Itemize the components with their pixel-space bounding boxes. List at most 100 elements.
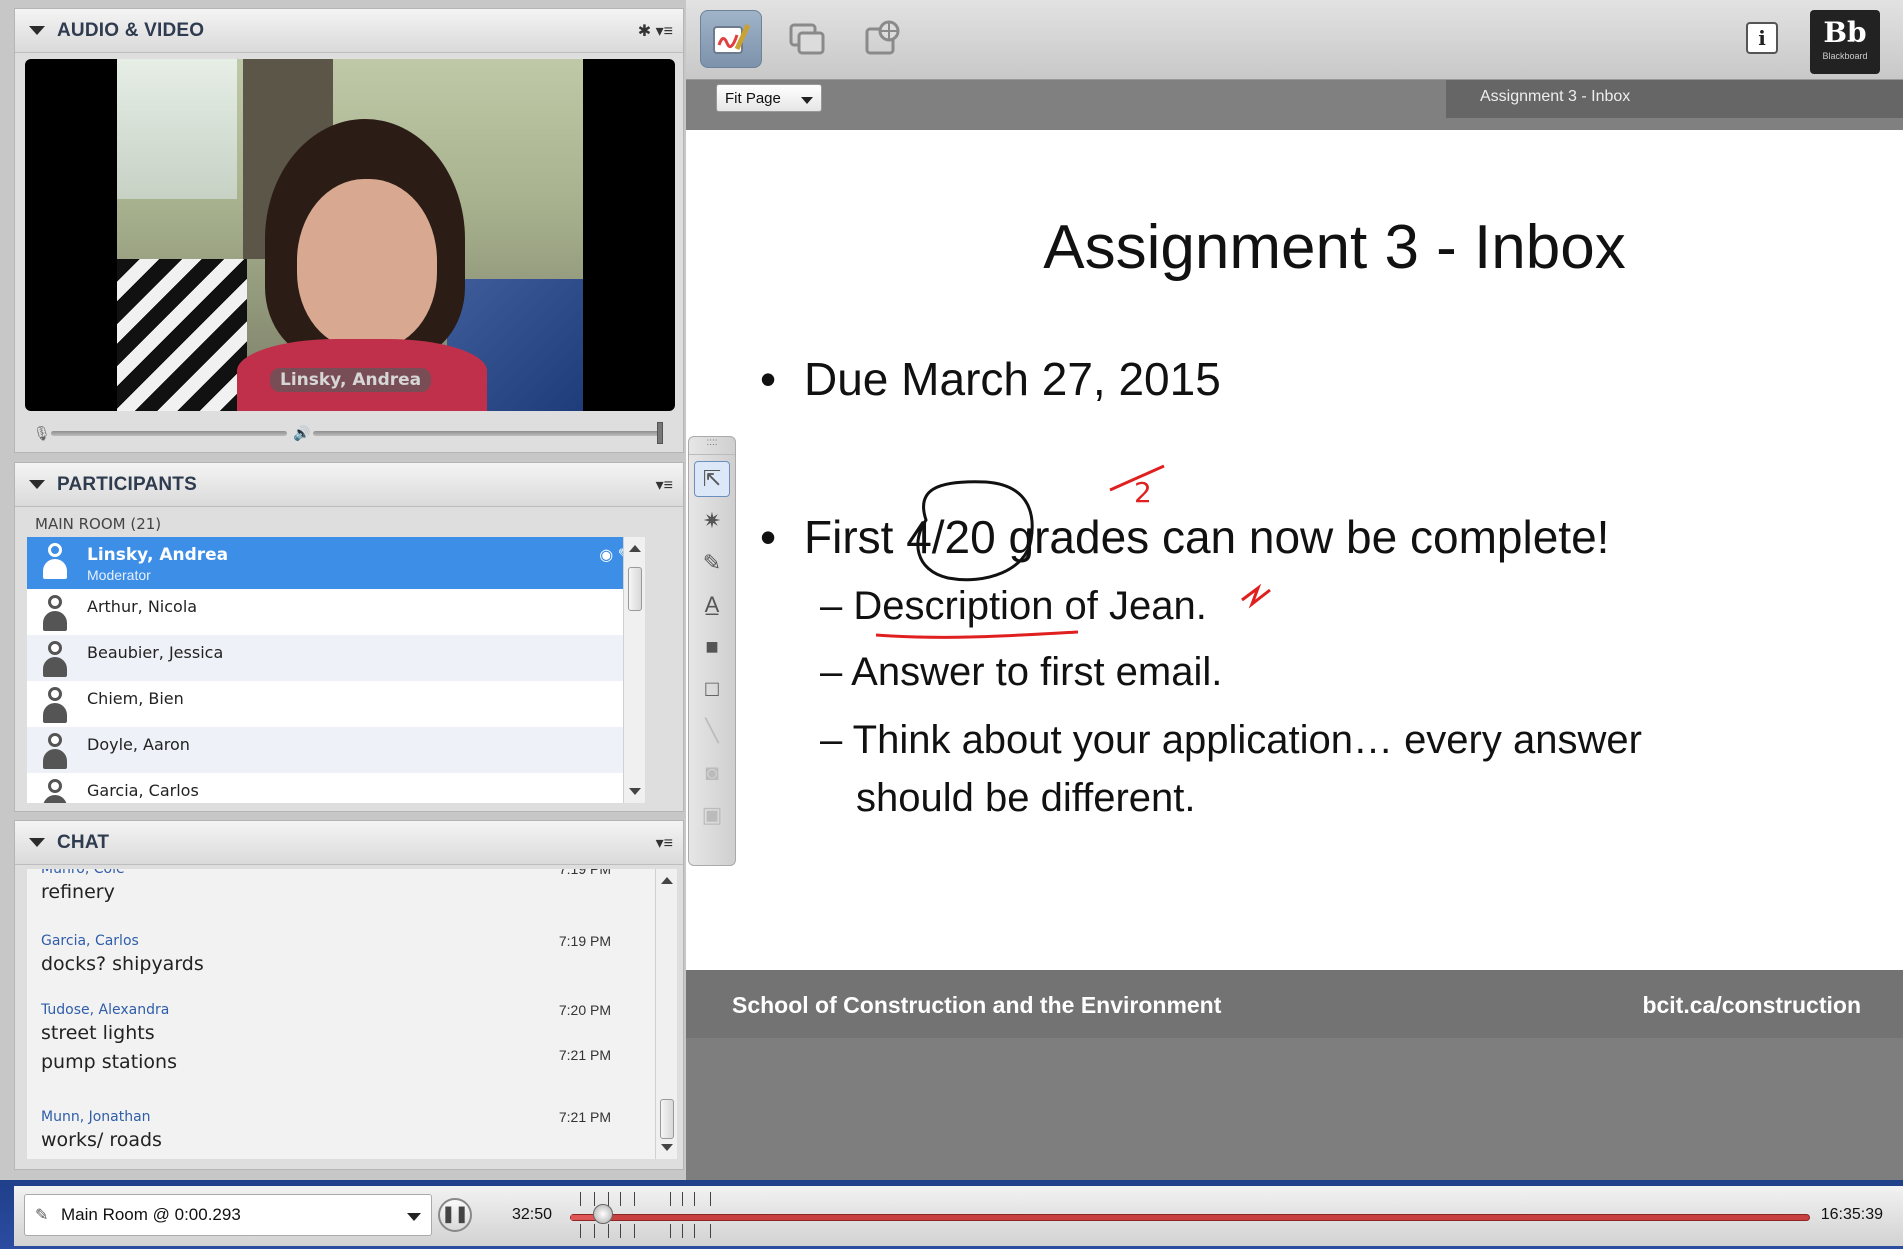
event-marker [634,1192,635,1206]
panel-menu-icon[interactable]: ▾≡ [656,833,673,853]
room-label: MAIN ROOM (21) [35,515,162,533]
participants-header[interactable]: PARTICIPANTS ▾≡ [15,463,683,507]
event-marker [694,1224,695,1238]
room-select-value: Main Room @ 0:00.293 [61,1205,241,1224]
slide-bullet-text: First 4/20 grades can now be complete! [804,511,1610,563]
web-tour-icon [865,20,900,55]
participant-row[interactable]: Chiem, Bien [27,681,645,727]
chat-text: refinery [41,881,115,903]
whiteboard-icon [713,23,751,54]
pencil-icon: ✎ [35,1207,49,1224]
microphone-icon[interactable]: 🎙 [33,425,51,442]
mic-volume-slider[interactable] [51,431,287,436]
rectangle-tool-icon[interactable]: □ [694,671,730,707]
participant-name: Garcia, Carlos [87,781,199,800]
scroll-thumb[interactable] [660,1099,674,1139]
chat-sender: Tudose, Alexandra [41,1002,170,1018]
filled-shape-tool-icon[interactable]: ■ [694,629,730,665]
collapse-triangle-icon[interactable] [29,26,45,35]
room-select[interactable]: ✎ Main Room @ 0:00.293 [24,1194,432,1236]
event-marker [608,1192,609,1206]
video-person-face [297,179,437,349]
chat-time: 7:19 PM [558,933,611,949]
avatar-icon [43,733,67,769]
event-marker [608,1224,609,1238]
chat-message: Tudose, Alexandra 7:20 PM street lights [41,1002,641,1044]
total-time: 16:35:39 [1820,1206,1883,1223]
chat-sender: Garcia, Carlos [41,933,139,949]
avatar-icon [43,595,67,631]
footer-school: School of Construction and the Environme… [732,992,1222,1018]
app-share-button[interactable] [776,10,838,68]
avatar-icon [43,641,67,677]
speaker-volume-thumb[interactable] [657,422,663,444]
scroll-thumb[interactable] [628,567,642,611]
event-marker [710,1224,711,1238]
chat-message: Garcia, Carlos 7:19 PM docks? shipyards [41,933,641,975]
line-tool-icon[interactable]: ╲ [694,713,730,749]
info-button[interactable]: i [1746,22,1778,54]
footer-url: bcit.ca/construction [1642,992,1861,1018]
pen-tool-icon[interactable]: ✎ [694,545,730,581]
scroll-down-icon[interactable] [661,1144,673,1151]
chat-time: 7:21 PM [558,1109,611,1125]
slide-bullet: • Due March 27, 2015 [760,353,1221,405]
drag-handle[interactable]: :::: [689,437,735,455]
scroll-down-icon[interactable] [629,788,641,795]
scroll-up-icon[interactable] [661,877,673,884]
slide-title: Assignment 3 - Inbox [1043,213,1626,282]
chat-time: 7:21 PM [558,1047,611,1063]
avatar-icon [43,779,67,803]
web-tour-button[interactable] [852,10,914,68]
text-tool-icon[interactable]: A̲ [694,587,730,623]
chat-panel: CHAT ▾≡ Munro, Cole 7:19 PM refinery Gar… [14,820,684,1170]
fit-page-dropdown[interactable]: Fit Page [716,84,822,112]
speaker-volume-slider[interactable] [313,431,663,436]
event-marker [670,1192,671,1206]
screenshot-tool-icon[interactable]: ▣ [694,797,730,833]
chat-title: CHAT [57,831,110,853]
participant-row[interactable]: Arthur, Nicola [27,589,645,635]
pointer-tool-icon[interactable]: ✷ [694,503,730,539]
left-sidebar: AUDIO & VIDEO ✱ ▾≡ Linsky, Andrea 🎙 🔊 PA… [0,0,686,1180]
chat-header[interactable]: CHAT ▾≡ [15,821,683,865]
participant-name: Arthur, Nicola [87,597,198,616]
playback-bar: ✎ Main Room @ 0:00.293 ❚❚ 32:50 16:35:39 [0,1180,1903,1249]
camera-tool-icon[interactable]: ◙ [694,755,730,791]
select-tool-icon[interactable]: ⇱ [694,461,730,497]
scroll-up-icon[interactable] [629,545,641,552]
event-marker [710,1192,711,1206]
participant-name: Beaubier, Jessica [87,643,224,662]
participants-scrollbar[interactable] [623,537,645,803]
chat-time: 7:19 PM [558,869,611,877]
progress-track[interactable] [570,1214,1810,1221]
event-marker [580,1224,581,1238]
participant-name: Doyle, Aaron [87,735,190,754]
participant-row[interactable]: Beaubier, Jessica [27,635,645,681]
chat-sender: Munro, Cole [41,869,125,877]
document-tab[interactable]: Assignment 3 - Inbox [1446,80,1903,118]
participant-row[interactable]: Linsky, Andrea Moderator ◉ ✎ [27,537,645,589]
pause-button[interactable]: ❚❚ [438,1198,472,1232]
volume-controls: 🎙 🔊 [29,419,669,447]
chat-text: street lights [41,1022,155,1044]
presentation-slide: Assignment 3 - Inbox • Due March 27, 2015… [686,130,1903,970]
chat-scrollbar[interactable] [655,869,677,1159]
chat-time: 7:20 PM [558,1002,611,1018]
audio-video-header[interactable]: AUDIO & VIDEO ✱ ▾≡ [15,9,683,53]
whiteboard-button[interactable] [700,10,762,68]
chevron-down-icon [801,97,813,104]
panel-menu-icon[interactable]: ✱ ▾≡ [638,21,673,41]
participant-row[interactable]: Garcia, Carlos [27,773,645,803]
collapse-triangle-icon[interactable] [29,480,45,489]
panel-menu-icon[interactable]: ▾≡ [656,475,673,495]
video-feed: Linsky, Andrea [25,59,675,411]
event-marker [580,1192,581,1206]
event-marker [620,1224,621,1238]
participant-list: Linsky, Andrea Moderator ◉ ✎ Arthur, Nic… [27,537,645,803]
slide-bullet-text: Due March 27, 2015 [804,353,1221,405]
collapse-triangle-icon[interactable] [29,838,45,847]
speaker-icon[interactable]: 🔊 [293,425,310,442]
event-marker [682,1192,683,1206]
participant-row[interactable]: Doyle, Aaron [27,727,645,773]
